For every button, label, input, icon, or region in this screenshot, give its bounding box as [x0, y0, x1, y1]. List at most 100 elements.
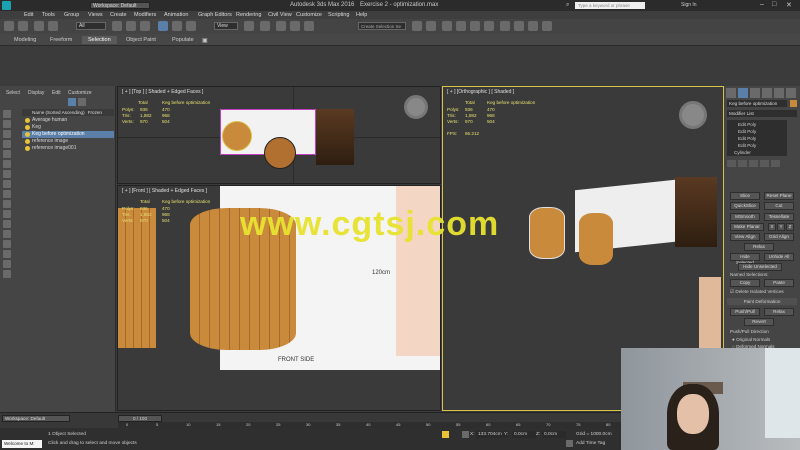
create-tab-icon[interactable]	[726, 88, 736, 98]
modifier-stack-item[interactable]: Edit Poly	[738, 122, 756, 127]
viewport-top[interactable]: [ + ] [Top ] [ Shaded + Edged Faces ] To…	[117, 86, 441, 184]
time-slider-handle[interactable]: 0 / 100	[118, 415, 162, 422]
render-frame-icon[interactable]	[528, 21, 538, 31]
display-lights-icon[interactable]	[3, 160, 11, 168]
motion-tab-icon[interactable]	[762, 88, 772, 98]
menu-modifiers[interactable]: Modifiers	[134, 12, 156, 18]
planar-z-button[interactable]: Z	[786, 223, 794, 231]
msmooth-button[interactable]: MSmooth	[730, 213, 760, 221]
menu-views[interactable]: Views	[88, 12, 103, 18]
display-bones-icon[interactable]	[3, 220, 11, 228]
select-and-rotate-icon[interactable]	[172, 21, 182, 31]
se-menu-edit[interactable]: Edit	[52, 90, 61, 96]
reset-plane-button[interactable]: Reset Plane	[764, 192, 794, 200]
undo-icon[interactable]	[4, 21, 14, 31]
reference-coordinate-dropdown[interactable]: View	[214, 22, 238, 30]
quickslice-button[interactable]: QuickSlice	[730, 202, 760, 210]
list-item[interactable]: reference image	[22, 138, 114, 145]
display-all-objects-icon[interactable]	[3, 260, 11, 268]
hide-selected-button[interactable]: Hide Selected	[730, 253, 760, 265]
maximize-button[interactable]: □	[772, 1, 776, 8]
show-end-result-icon[interactable]	[738, 160, 747, 167]
workspace-dropdown[interactable]: Workspace: Default	[90, 2, 150, 9]
list-item[interactable]: reference image001	[22, 145, 114, 152]
display-hidden-icon[interactable]	[3, 250, 11, 258]
pivot-center-icon[interactable]	[244, 21, 254, 31]
modifier-stack-item[interactable]: Edit Poly	[738, 136, 756, 141]
select-object-icon[interactable]	[112, 21, 122, 31]
menu-edit[interactable]: Edit	[24, 12, 33, 18]
menu-help[interactable]: Help	[356, 12, 367, 18]
display-cameras-icon[interactable]	[3, 170, 11, 178]
display-geometry-icon[interactable]	[3, 140, 11, 148]
relax-button[interactable]: Relax	[744, 243, 774, 251]
display-shapes-icon[interactable]	[3, 150, 11, 158]
visibility-icon[interactable]	[25, 146, 30, 151]
modifier-stack-item[interactable]: Edit Poly	[738, 129, 756, 134]
object-name-field[interactable]: Keg before optimization	[727, 100, 787, 107]
add-time-tag[interactable]: Add Time Tag	[576, 441, 605, 446]
hierarchy-tab-icon[interactable]	[750, 88, 760, 98]
sign-in-link[interactable]: Sign In	[681, 2, 697, 8]
cut-button[interactable]: Cut	[764, 202, 794, 210]
grid-align-button[interactable]: Grid Align	[764, 233, 794, 241]
app-logo-icon[interactable]	[2, 1, 11, 10]
configure-modifier-sets-icon[interactable]	[771, 160, 780, 167]
tab-modeling[interactable]: Modeling	[8, 36, 42, 44]
modifier-stack-item[interactable]: Edit Poly	[738, 143, 756, 148]
list-item-selected[interactable]: Keg before optimization	[22, 131, 114, 138]
pin-stack-icon[interactable]	[727, 160, 736, 167]
y-coordinate-field[interactable]: 0.0cm	[512, 431, 536, 438]
viewport-label[interactable]: [ + ] [Front ] [ Shaded + Edged Faces ]	[122, 188, 207, 194]
tab-object-paint[interactable]: Object Paint	[120, 36, 162, 44]
menu-group[interactable]: Group	[64, 12, 79, 18]
visibility-icon[interactable]	[25, 132, 30, 137]
visibility-icon[interactable]	[25, 125, 30, 130]
display-xrefs-icon[interactable]	[3, 210, 11, 218]
menu-graph-editors[interactable]: Graph Editors	[198, 12, 232, 18]
copy-button[interactable]: Copy	[730, 279, 760, 287]
se-menu-display[interactable]: Display	[28, 90, 44, 96]
percent-snap-icon[interactable]	[304, 21, 314, 31]
modifier-stack-item[interactable]: Cylinder	[734, 150, 751, 155]
select-and-scale-icon[interactable]	[186, 21, 196, 31]
schematic-view-icon[interactable]	[484, 21, 494, 31]
se-sort-icon[interactable]	[78, 98, 86, 106]
se-filter-icon[interactable]	[68, 98, 76, 106]
list-item[interactable]: Average human	[22, 117, 114, 124]
make-planar-button[interactable]: Make Planar	[730, 223, 764, 231]
workspace-selector[interactable]: Workspace: Default	[2, 415, 70, 422]
remove-modifier-icon[interactable]	[760, 160, 769, 167]
revert-button[interactable]: Revert	[744, 318, 774, 326]
utilities-tab-icon[interactable]	[786, 88, 796, 98]
keg-object[interactable]	[579, 213, 613, 265]
visibility-icon[interactable]	[25, 139, 30, 144]
menu-animation[interactable]: Animation	[164, 12, 188, 18]
se-menu-select[interactable]: Select	[6, 90, 20, 96]
ribbon-options-icon[interactable]: ▣	[202, 37, 208, 44]
keg-top-object[interactable]	[222, 121, 252, 151]
material-editor-icon[interactable]	[500, 21, 510, 31]
paint-deformation-rollout[interactable]: Paint Deformation	[727, 298, 797, 305]
minimize-button[interactable]: –	[760, 1, 764, 8]
layer-manager-icon[interactable]	[442, 21, 452, 31]
display-invert-icon[interactable]	[3, 130, 11, 138]
unlink-icon[interactable]	[48, 21, 58, 31]
search-input[interactable]: Type a keyword or phrase	[575, 2, 645, 9]
keg-side-object[interactable]	[118, 208, 156, 348]
visibility-icon[interactable]	[25, 118, 30, 123]
display-containers-icon[interactable]	[3, 230, 11, 238]
original-normals-radio[interactable]: ● Original Normals	[732, 337, 770, 342]
align-icon[interactable]	[426, 21, 436, 31]
close-button[interactable]: ✕	[786, 1, 792, 9]
menu-create[interactable]: Create	[110, 12, 127, 18]
graphite-toolbar-icon[interactable]	[456, 21, 466, 31]
list-item[interactable]: Keg	[22, 124, 114, 131]
tab-populate[interactable]: Populate	[166, 36, 200, 44]
maxscript-listener[interactable]: Welcome to M:	[2, 440, 42, 448]
render-production-icon[interactable]	[542, 21, 552, 31]
modify-tab-icon[interactable]	[738, 88, 748, 98]
planar-y-button[interactable]: Y	[777, 223, 785, 231]
display-none-icon[interactable]	[3, 110, 11, 118]
view-align-button[interactable]: View Align	[730, 233, 760, 241]
